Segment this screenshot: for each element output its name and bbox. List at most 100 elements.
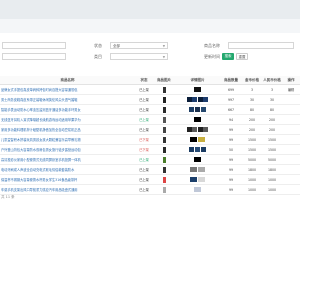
product-title[interactable]: 男士商务皮鞋真皮系带正装鞋休闲英伦风尖头透气婚鞋 (0, 94, 135, 105)
rmb-price-cell: 3 (262, 84, 282, 95)
detail-image[interactable] (195, 107, 200, 112)
status-select[interactable]: 全部 ▼ (110, 42, 168, 49)
top-bar (0, 0, 300, 19)
detail-image[interactable] (189, 147, 195, 152)
status-cell: 已上架 (135, 114, 153, 125)
table-row[interactable]: 无线蓝牙耳机入耳式降噪超长续航游戏运动适用苹果华为 已上架 94 200 200 (0, 114, 300, 125)
gold-price-cell: 200 (242, 114, 262, 125)
product-image-cell (153, 144, 175, 155)
edit-link[interactable] (282, 164, 300, 175)
detail-images-cell (175, 94, 220, 105)
table-row[interactable]: 保温杯不锈钢大容量便携水杯男女学生316食品级茶杯 已上架 99 1000 1000 (0, 174, 300, 185)
product-thumbnail[interactable] (162, 96, 166, 103)
field4-input[interactable] (2, 53, 66, 60)
product-thumbnail[interactable] (162, 106, 166, 113)
detail-image[interactable] (200, 147, 206, 152)
product-title[interactable]: 户外登山背包大容量防水双肩包男女旅行徒步露营运动包 (0, 144, 135, 155)
product-title[interactable]: 智能手表运动防水心率血压监测蓝牙通话多功能手环男女 (0, 104, 135, 115)
product-title[interactable]: 电动牙刷成人声波全自动充电式软毛情侣款套装防水 (0, 164, 135, 175)
edit-link[interactable] (282, 174, 300, 185)
edit-link[interactable] (282, 114, 300, 125)
detail-image[interactable] (197, 177, 205, 182)
product-thumbnail[interactable] (162, 166, 166, 173)
detail-image[interactable] (189, 107, 195, 112)
col-header: 商品图片 (153, 76, 175, 85)
sub-bar (0, 19, 300, 33)
detail-image[interactable] (194, 87, 201, 92)
status-cell: 已上架 (135, 84, 153, 95)
edit-link[interactable] (282, 124, 300, 135)
detail-image[interactable] (186, 97, 192, 102)
product-thumbnail[interactable] (162, 146, 166, 153)
product-title[interactable]: 儿童益智积木拼装玩具男孩女孩大颗粒兼容乐高早教礼物 (0, 134, 135, 145)
product-thumbnail[interactable] (162, 126, 166, 133)
table-row[interactable]: 品牌女式手提包真皮单肩斜挎包时尚百搭大容量通勤包 已上架 699 3 3 编辑 (0, 84, 300, 95)
table-row[interactable]: 家用多功能料理机榨汁破壁机静音加热全自动豆浆机正品 已上架 99 200 200 (0, 124, 300, 135)
detail-image[interactable] (197, 167, 205, 172)
edit-link[interactable] (282, 94, 300, 105)
table-row[interactable]: 儿童益智积木拼装玩具男孩女孩大颗粒兼容乐高早教礼物 已下架 99 1500 1500 (0, 134, 300, 145)
chevron-down-icon: ▼ (162, 55, 165, 59)
reset-button[interactable]: 重置 (236, 53, 248, 60)
detail-image[interactable] (190, 137, 198, 142)
detail-image[interactable] (194, 157, 201, 162)
product-thumbnail[interactable] (162, 136, 166, 143)
product-title[interactable]: 保温杯不锈钢大容量便携水杯男女学生316食品级茶杯 (0, 174, 135, 185)
quantity-cell: 99 (220, 154, 242, 165)
product-title[interactable]: 车载手机支架出风口导航重力感应汽车用品吸盘式通用 (0, 184, 135, 195)
table-row[interactable]: 车载手机支架出风口导航重力感应汽车用品吸盘式通用 已上架 99 1000 1000 (0, 184, 300, 195)
detail-image[interactable] (200, 107, 206, 112)
detail-image[interactable] (192, 127, 198, 132)
product-thumbnail[interactable] (162, 86, 166, 93)
table-row[interactable]: 男士商务皮鞋真皮系带正装鞋休闲英伦风尖头透气婚鞋 已上架 997 30 30 (0, 94, 300, 105)
detail-image[interactable] (194, 117, 201, 122)
detail-image[interactable] (197, 97, 203, 102)
product-title[interactable]: 高清投影仪家用小型便携式无线同屏卧室手机投屏一体机 (0, 154, 135, 165)
detail-image[interactable] (192, 97, 198, 102)
detail-image[interactable] (190, 177, 198, 182)
rmb-price-cell: 1500 (262, 134, 282, 145)
product-name-input[interactable] (228, 42, 294, 49)
product-title[interactable]: 品牌女式手提包真皮单肩斜挎包时尚百搭大容量通勤包 (0, 84, 135, 95)
product-image-cell (153, 184, 175, 195)
field1-input[interactable] (2, 42, 66, 49)
product-image-cell (153, 104, 175, 115)
status-cell: 已上架 (135, 174, 153, 185)
detail-images-cell (175, 184, 220, 195)
edit-link[interactable] (282, 184, 300, 195)
detail-image[interactable] (197, 137, 205, 142)
edit-link[interactable] (282, 144, 300, 155)
edit-link[interactable] (282, 154, 300, 165)
product-image-cell (153, 174, 175, 185)
table-row[interactable]: 户外登山背包大容量防水双肩包男女旅行徒步露营运动包 已下架 50 1500 1500 (0, 144, 300, 155)
product-image-cell (153, 164, 175, 175)
table-row[interactable]: 电动牙刷成人声波全自动充电式软毛情侣款套装防水 已上架 99 1800 1800 (0, 164, 300, 175)
product-title[interactable]: 无线蓝牙耳机入耳式降噪超长续航游戏运动适用苹果华为 (0, 114, 135, 125)
edit-link[interactable] (282, 104, 300, 115)
detail-image[interactable] (203, 127, 209, 132)
product-thumbnail[interactable] (162, 186, 166, 193)
edit-link[interactable] (282, 134, 300, 145)
detail-image[interactable] (195, 147, 200, 152)
gold-price-cell: 1000 (242, 174, 262, 185)
col-header: 操作 (282, 76, 300, 85)
rmb-price-cell: 1500 (262, 144, 282, 155)
category-select[interactable]: ▼ (110, 53, 168, 60)
detail-image[interactable] (186, 127, 192, 132)
product-thumbnail[interactable] (162, 156, 166, 163)
product-thumbnail[interactable] (162, 116, 166, 123)
detail-image[interactable] (203, 97, 209, 102)
search-button[interactable]: 搜索 (222, 53, 234, 60)
detail-image[interactable] (197, 127, 203, 132)
product-thumbnail[interactable] (162, 176, 166, 183)
product-title[interactable]: 家用多功能料理机榨汁破壁机静音加热全自动豆浆机正品 (0, 124, 135, 135)
detail-image[interactable] (194, 187, 201, 192)
status-cell: 已上架 (135, 164, 153, 175)
detail-image[interactable] (190, 167, 198, 172)
detail-images-cell (175, 154, 220, 165)
rmb-price-cell: 5000 (262, 154, 282, 165)
detail-images-cell (175, 164, 220, 175)
edit-link[interactable]: 编辑 (282, 84, 300, 95)
table-row[interactable]: 智能手表运动防水心率血压监测蓝牙通话多功能手环男女 已上架 667 80 80 (0, 104, 300, 115)
table-row[interactable]: 高清投影仪家用小型便携式无线同屏卧室手机投屏一体机 已上架 99 5000 5000 (0, 154, 300, 165)
